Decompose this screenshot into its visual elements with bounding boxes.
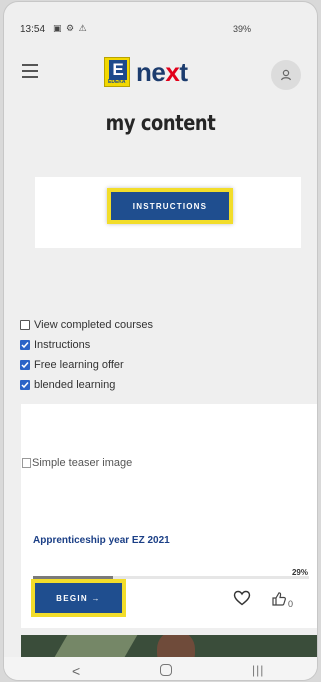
logo-text-a: ne (136, 57, 166, 87)
instructions-button[interactable]: INSTRUCTIONS (107, 188, 233, 224)
filter-label: Instructions (34, 339, 91, 351)
filter-view-completed[interactable]: View completed courses (20, 315, 153, 335)
next-course-card-image[interactable] (21, 635, 317, 657)
checkbox-blended-learning[interactable] (20, 380, 30, 390)
app-header: E EDEKA next (4, 48, 317, 96)
battery-level: 39% (232, 24, 251, 34)
android-nav-bar: < ||| (4, 657, 317, 680)
logo-sub: EDEKA (108, 79, 126, 85)
edeka-logo: E EDEKA (104, 57, 130, 87)
checkbox-view-completed[interactable] (20, 320, 30, 330)
filter-instructions[interactable]: Instructions (20, 335, 153, 355)
status-icons: ▣ ⚙ ⚠ (53, 23, 88, 33)
logo-text-x: x (165, 57, 180, 87)
filter-blended-learning[interactable]: blended learning (20, 375, 153, 395)
heart-icon[interactable] (233, 590, 251, 611)
instructions-card: INSTRUCTIONS (35, 177, 301, 248)
home-icon[interactable] (160, 664, 172, 676)
like-count: 0 (288, 599, 294, 609)
logo-letter: E (109, 60, 127, 80)
recent-apps-icon[interactable]: ||| (252, 663, 264, 677)
image-highlight (54, 635, 138, 657)
begin-label: BEGIN → (56, 593, 101, 603)
course-title[interactable]: Apprenticeship year EZ 2021 (33, 535, 170, 546)
logo-text-b: t (179, 57, 188, 87)
page-title: my content (105, 111, 216, 135)
thumbs-up-icon[interactable] (271, 591, 287, 612)
teaser-image: Simple teaser image (22, 457, 132, 469)
course-card[interactable]: Simple teaser image Apprenticeship year … (21, 404, 317, 628)
broken-image-icon (22, 458, 31, 468)
filter-label: View completed courses (34, 319, 154, 331)
checkbox-instructions[interactable] (20, 340, 30, 350)
status-bar: 13:54 ▣ ⚙ ⚠ 39% (4, 2, 317, 40)
teaser-alt-text: Simple teaser image (32, 457, 133, 469)
image-face (157, 635, 195, 657)
phone-screen: 13:54 ▣ ⚙ ⚠ 39% E EDEKA next my content … (4, 2, 317, 680)
hamburger-icon[interactable] (22, 64, 38, 78)
filter-label: blended learning (34, 379, 116, 391)
filter-label: Free learning offer (34, 359, 124, 371)
begin-button[interactable]: BEGIN → (31, 579, 126, 617)
filter-free-learning[interactable]: Free learning offer (20, 355, 153, 375)
checkbox-free-learning[interactable] (20, 360, 30, 370)
status-time: 13:54 (20, 24, 46, 35)
filter-list: View completed courses Instructions Free… (20, 315, 153, 395)
logo-text: next (136, 57, 188, 88)
back-icon[interactable]: < (72, 663, 80, 679)
user-icon[interactable] (271, 60, 301, 90)
